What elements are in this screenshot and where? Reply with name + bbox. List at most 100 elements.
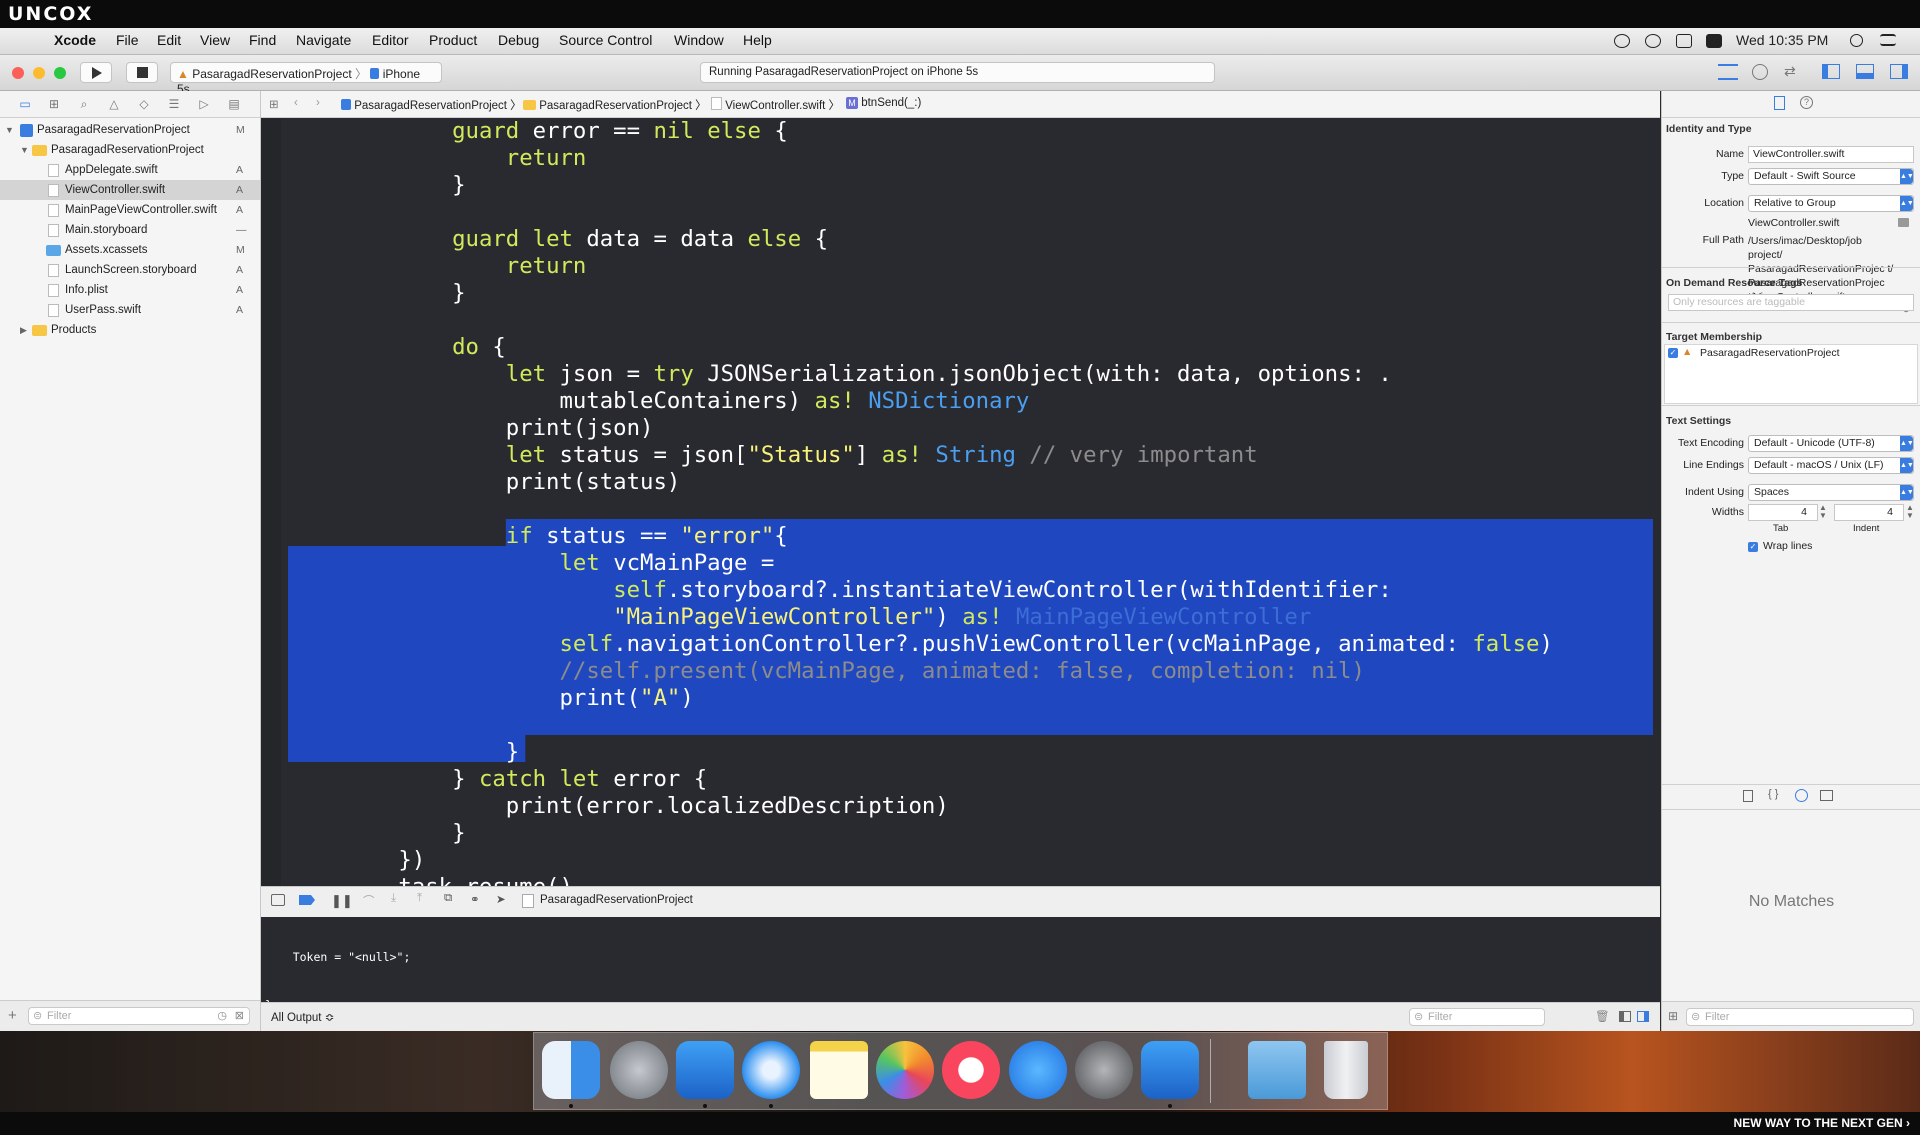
find-icon[interactable]: ⌕ xyxy=(77,97,91,111)
library-filter-input[interactable]: ⊜ Filter xyxy=(1686,1008,1914,1026)
system-preferences-icon[interactable] xyxy=(1075,1041,1133,1099)
resource-tags-field[interactable]: Only resources are taggable xyxy=(1668,294,1914,311)
breadcrumb-file[interactable]: ViewController.swift 〉 xyxy=(711,97,840,113)
breadcrumb-group[interactable]: PasaragadReservationProject 〉 xyxy=(523,97,707,113)
test-diamond-icon[interactable]: ◇ xyxy=(137,97,151,111)
indent-stepper-icon[interactable]: ▲ ▼ xyxy=(1906,504,1914,520)
recent-files-icon[interactable]: ◷ xyxy=(217,1009,227,1022)
breadcrumb-project[interactable]: PasaragadReservationProject 〉 xyxy=(341,97,522,113)
menu-find[interactable]: Find xyxy=(249,32,276,48)
tab-width-field[interactable]: 4 xyxy=(1748,504,1818,521)
menu-source-control[interactable]: Source Control xyxy=(559,32,652,48)
indent-using-popup[interactable]: Spaces ▲▼ xyxy=(1748,484,1914,501)
breakpoints-active-icon[interactable] xyxy=(299,895,315,905)
xcode-icon[interactable] xyxy=(676,1041,734,1099)
standard-editor-icon[interactable] xyxy=(1718,64,1738,80)
debug-icon[interactable]: ☰ xyxy=(167,97,181,111)
finder-icon[interactable] xyxy=(542,1041,600,1099)
minimize-window-button[interactable] xyxy=(33,67,45,79)
object-library-icon[interactable] xyxy=(1795,789,1808,802)
status-network-icon[interactable] xyxy=(1614,34,1630,48)
version-editor-icon[interactable]: ⇄ xyxy=(1784,63,1796,80)
navigator-filter-input[interactable]: ⊜ Filter ◷ ⊠ xyxy=(28,1007,250,1025)
forward-arrow-icon[interactable]: › xyxy=(316,97,320,109)
menu-view[interactable]: View xyxy=(200,32,230,48)
status-sync-icon[interactable] xyxy=(1645,34,1661,48)
simulator-icon[interactable] xyxy=(1141,1041,1199,1099)
stop-button[interactable] xyxy=(126,62,158,83)
status-app-icon[interactable] xyxy=(1706,34,1722,48)
file-inspector-icon[interactable] xyxy=(1774,96,1785,110)
source-control-icon[interactable]: ⊞ xyxy=(47,97,61,111)
code-snippet-icon[interactable]: { } xyxy=(1768,788,1778,800)
reveal-folder-icon[interactable] xyxy=(1898,218,1909,227)
tree-row-file[interactable]: AppDelegate.swift A xyxy=(0,160,260,180)
spotlight-search-icon[interactable] xyxy=(1850,34,1863,47)
tree-row-file[interactable]: UserPass.swift A xyxy=(0,300,260,320)
breakpoint-icon[interactable]: ▷ xyxy=(197,97,211,111)
folder-icon[interactable]: ▭ xyxy=(18,97,32,111)
tree-row-file[interactable]: Assets.xcassets M xyxy=(0,240,260,260)
memory-graph-icon[interactable]: ⚭ xyxy=(470,892,480,906)
menu-window[interactable]: Window xyxy=(674,32,724,48)
tab-stepper-icon[interactable]: ▲ ▼ xyxy=(1819,504,1827,520)
related-items-icon[interactable]: ⊞ xyxy=(269,97,279,111)
itunes-icon[interactable] xyxy=(942,1041,1000,1099)
menu-navigate[interactable]: Navigate xyxy=(296,32,351,48)
step-over-icon[interactable]: ⌒ xyxy=(363,893,375,909)
menu-debug[interactable]: Debug xyxy=(498,32,539,48)
line-endings-popup[interactable]: Default - macOS / Unix (LF) ▲▼ xyxy=(1748,457,1914,474)
source-editor[interactable]: guard error == nil else { return } guard… xyxy=(261,118,1660,886)
target-checkbox[interactable]: ✓ xyxy=(1668,348,1678,358)
issue-warning-icon[interactable]: △ xyxy=(107,97,121,111)
simulate-location-icon[interactable]: ➤ xyxy=(496,892,506,906)
clock[interactable]: Wed 10:35 PM xyxy=(1736,32,1828,48)
safari-icon[interactable] xyxy=(742,1041,800,1099)
breadcrumb-method[interactable]: M btnSend(_:) xyxy=(846,97,921,109)
quick-help-icon[interactable]: ? xyxy=(1800,96,1813,109)
toggle-debug-area-icon[interactable] xyxy=(1856,64,1874,79)
encoding-popup[interactable]: Default - Unicode (UTF-8) ▲▼ xyxy=(1748,435,1914,452)
tree-row-project[interactable]: ▼ PasaragadReservationProject M xyxy=(0,120,260,140)
toggle-inspector-icon[interactable] xyxy=(1890,64,1908,79)
assistant-editor-icon[interactable] xyxy=(1752,64,1768,80)
toggle-navigator-icon[interactable] xyxy=(1822,64,1840,79)
downloads-folder-icon[interactable] xyxy=(1248,1041,1306,1099)
menu-app-name[interactable]: Xcode xyxy=(54,32,96,48)
show-variables-icon[interactable] xyxy=(1619,1011,1631,1022)
tree-row-file[interactable]: Main.storyboard — xyxy=(0,220,260,240)
app-store-icon[interactable] xyxy=(1009,1041,1067,1099)
menu-file[interactable]: File xyxy=(116,32,139,48)
show-console-icon[interactable] xyxy=(1637,1011,1649,1022)
photos-icon[interactable] xyxy=(876,1041,934,1099)
console-filter-input[interactable]: ⊜ Filter xyxy=(1409,1008,1545,1026)
tree-row-group[interactable]: ▼ PasaragadReservationProject xyxy=(0,140,260,160)
grid-view-icon[interactable]: ⊞ xyxy=(1668,1009,1678,1023)
menu-help[interactable]: Help xyxy=(743,32,772,48)
menu-edit[interactable]: Edit xyxy=(157,32,181,48)
add-icon[interactable]: + xyxy=(8,1007,17,1024)
view-hierarchy-icon[interactable]: ⧉ xyxy=(444,892,452,905)
disclosure-right-icon[interactable]: ▶ xyxy=(20,320,27,340)
step-out-icon[interactable]: ⤒ xyxy=(417,892,422,905)
trash-icon[interactable] xyxy=(1324,1041,1368,1099)
tree-row-file[interactable]: LaunchScreen.storyboard A xyxy=(0,260,260,280)
scheme-selector[interactable]: ▲ PasaragadReservationProject 〉 iPhone 5… xyxy=(170,62,442,96)
wrap-lines-checkbox[interactable]: ✓ xyxy=(1748,542,1758,552)
type-popup[interactable]: Default - Swift Source ▲▼ xyxy=(1748,168,1914,185)
media-library-icon[interactable] xyxy=(1820,790,1833,801)
notes-icon[interactable] xyxy=(810,1041,868,1099)
launchpad-icon[interactable] xyxy=(610,1041,668,1099)
tree-row-file[interactable]: MainPageViewController.swift A xyxy=(0,200,260,220)
menu-product[interactable]: Product xyxy=(429,32,477,48)
step-into-icon[interactable]: ⤓ xyxy=(391,892,396,905)
console-output[interactable]: Token = "<null>"; } error A xyxy=(261,917,1660,1108)
airplay-icon[interactable] xyxy=(1676,34,1692,48)
pause-icon[interactable]: ❚❚ xyxy=(331,893,353,909)
disclosure-down-icon[interactable]: ▼ xyxy=(20,140,29,160)
name-field[interactable]: ViewController.swift xyxy=(1748,146,1914,163)
tree-row-file-selected[interactable]: ViewController.swift A xyxy=(0,180,260,200)
output-selector[interactable]: All Output ≎ xyxy=(271,1010,334,1024)
tree-row-file[interactable]: Info.plist A xyxy=(0,280,260,300)
notification-center-icon[interactable] xyxy=(1880,34,1896,46)
